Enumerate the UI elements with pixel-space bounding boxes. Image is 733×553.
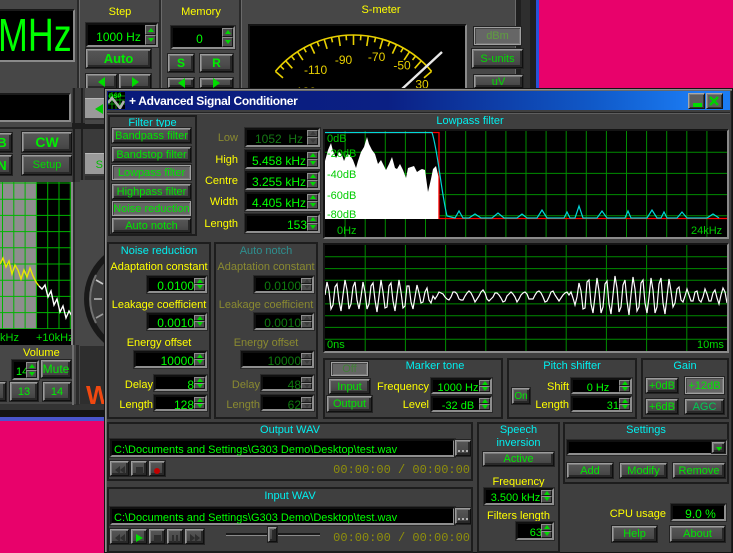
svg-text:-80dB: -80dB [327, 209, 356, 221]
svg-text:0ns: 0ns [327, 339, 345, 351]
svg-text:24kHz: 24kHz [691, 225, 722, 237]
svg-text:-20dB: -20dB [327, 148, 356, 160]
svg-text:10ms: 10ms [697, 339, 724, 351]
svg-text:-90: -90 [335, 53, 353, 67]
svg-text:-50: -50 [393, 59, 411, 73]
svg-text:-60dB: -60dB [327, 190, 356, 202]
svg-text:0Hz: 0Hz [337, 225, 357, 237]
svg-text:-110: -110 [304, 63, 327, 77]
svg-text:-40dB: -40dB [327, 169, 356, 181]
svg-text:+10kHz: +10kHz [36, 332, 72, 344]
svg-text:0dB: 0dB [327, 133, 347, 145]
svg-text:-70: -70 [368, 50, 386, 64]
svg-text:kHz: kHz [0, 332, 19, 344]
